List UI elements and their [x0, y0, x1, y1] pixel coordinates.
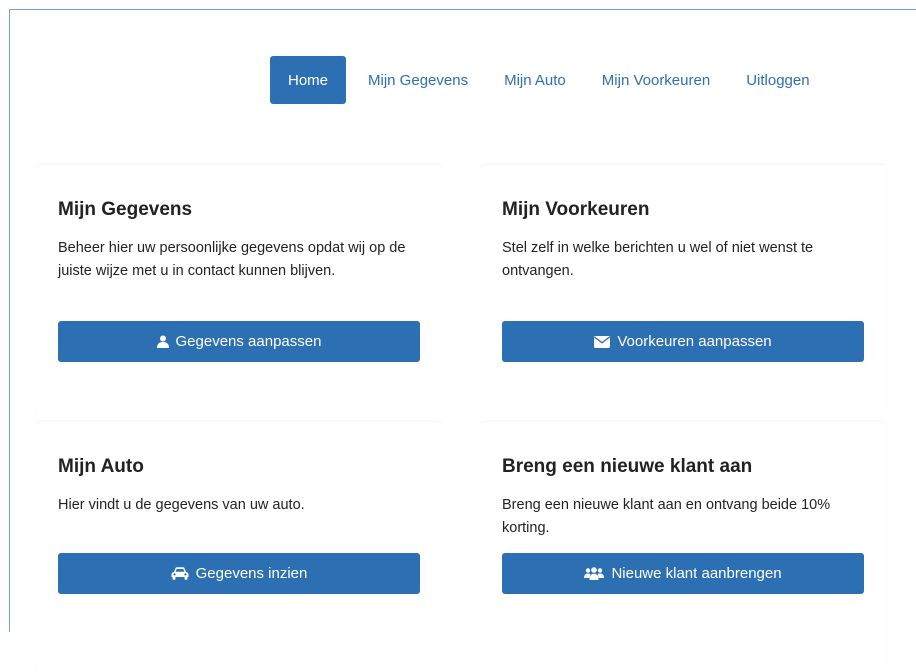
card-description: Beheer hier uw persoonlijke gegevens opd…: [58, 240, 406, 279]
car-icon: [171, 567, 189, 580]
nav-mijn-auto[interactable]: Mijn Auto: [486, 56, 584, 104]
button-label: Voorkeuren aanpassen: [617, 333, 772, 350]
nav-mijn-gegevens[interactable]: Mijn Gegevens: [350, 56, 486, 104]
gegevens-inzien-button[interactable]: Gegevens inzien: [58, 553, 420, 594]
main-nav: Home Mijn Gegevens Mijn Auto Mijn Voorke…: [270, 56, 828, 104]
gegevens-aanpassen-button[interactable]: Gegevens aanpassen: [58, 321, 420, 362]
user-icon: [156, 335, 169, 348]
users-icon: [584, 567, 605, 580]
button-label: Gegevens inzien: [195, 565, 308, 582]
button-label: Gegevens aanpassen: [175, 333, 322, 350]
card-mijn-voorkeuren: Mijn Voorkeuren Stel zelf in welke beric…: [480, 165, 886, 415]
card-title: Mijn Voorkeuren: [502, 199, 650, 220]
card-nieuwe-klant: Breng een nieuwe klant aan Breng een nie…: [480, 422, 886, 672]
card-description: Stel zelf in welke berichten u wel of ni…: [502, 240, 814, 279]
card-title: Mijn Gegevens: [58, 199, 193, 220]
card-mijn-gegevens: Mijn Gegevens Beheer hier uw persoonlijk…: [36, 165, 442, 415]
card-description: Hier vindt u de gegevens van uw auto.: [58, 497, 305, 513]
nav-home[interactable]: Home: [270, 56, 347, 104]
voorkeuren-aanpassen-button[interactable]: Voorkeuren aanpassen: [502, 321, 864, 362]
envelope-icon: [594, 335, 611, 348]
nieuwe-klant-aanbrengen-button[interactable]: Nieuwe klant aanbrengen: [502, 553, 864, 594]
button-label: Nieuwe klant aanbrengen: [611, 565, 782, 582]
card-title: Mijn Auto: [58, 456, 144, 477]
card-title: Breng een nieuwe klant aan: [502, 456, 753, 477]
card-description: Breng een nieuwe klant aan en ontvang be…: [502, 497, 831, 536]
card-mijn-auto: Mijn Auto Hier vindt u de gegevens van u…: [36, 422, 442, 672]
nav-uitloggen[interactable]: Uitloggen: [728, 56, 827, 104]
nav-mijn-voorkeuren[interactable]: Mijn Voorkeuren: [584, 56, 728, 104]
